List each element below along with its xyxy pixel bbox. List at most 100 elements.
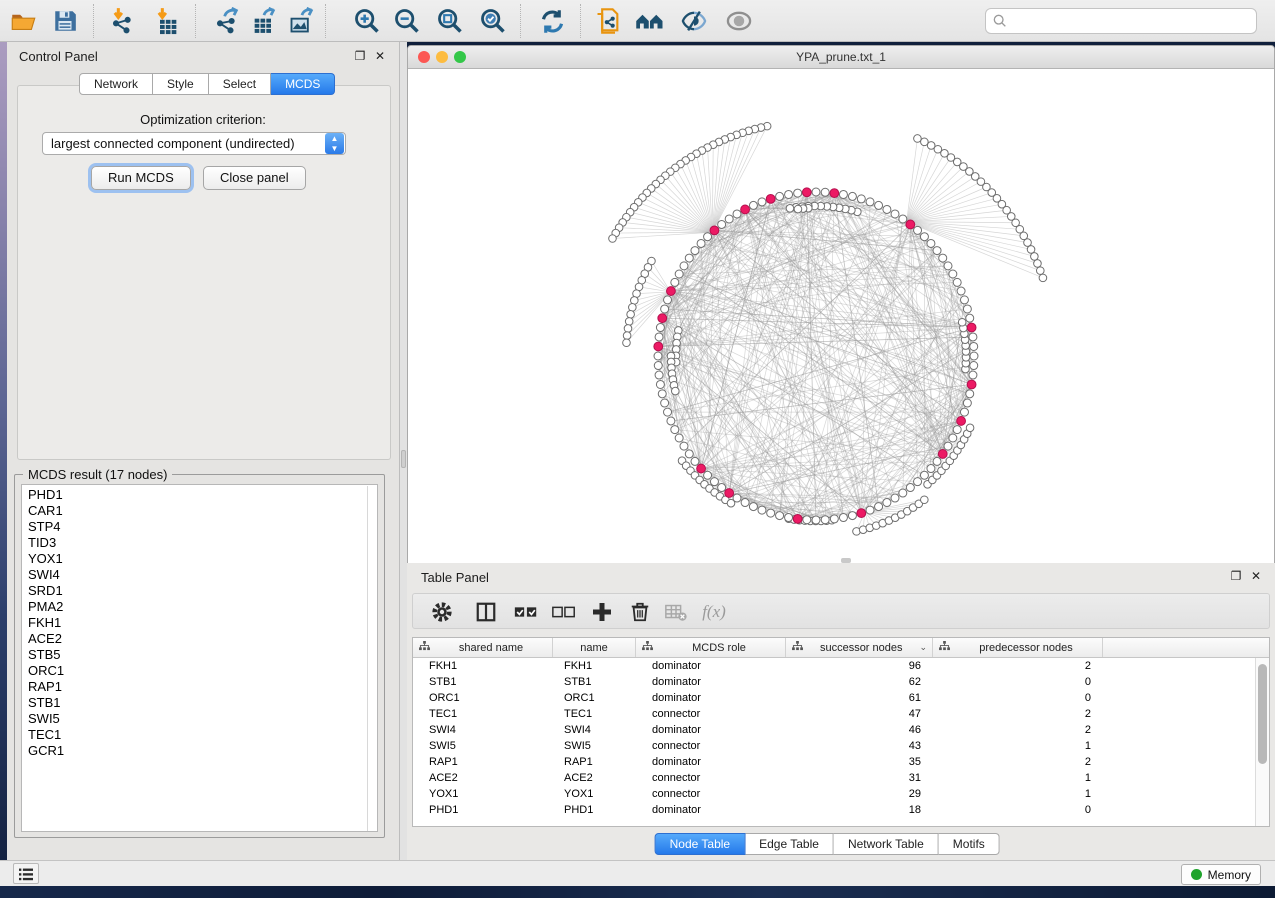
table-cell[interactable]: PHD1	[413, 802, 553, 818]
graph-node[interactable]	[927, 465, 935, 473]
node-table[interactable]: shared namenameMCDS rolesuccessor nodes⌄…	[412, 637, 1270, 827]
graph-node[interactable]	[914, 135, 922, 143]
graph-node[interactable]	[963, 399, 971, 407]
table-cell[interactable]: RAP1	[413, 754, 553, 770]
graph-node[interactable]	[625, 318, 633, 326]
table-cell[interactable]: connector	[636, 770, 786, 786]
tab-edge-table[interactable]: Edge Table	[745, 833, 834, 855]
graph-node[interactable]	[624, 325, 632, 333]
select-all-rows-icon[interactable]	[509, 596, 543, 628]
graph-node[interactable]	[749, 503, 757, 511]
table-cell[interactable]: ORC1	[413, 690, 553, 706]
table-cell[interactable]: 0	[933, 690, 1103, 706]
graph-node[interactable]	[970, 362, 978, 370]
graph-node[interactable]	[958, 318, 966, 326]
graph-node[interactable]	[655, 371, 663, 379]
column-header-mcds-role[interactable]: MCDS role	[636, 638, 786, 657]
table-cell[interactable]: connector	[636, 738, 786, 754]
delete-table-icon[interactable]	[659, 596, 693, 628]
graph-mcds-node[interactable]	[658, 314, 667, 323]
mcds-node-item[interactable]: TID3	[22, 535, 377, 551]
graph-node[interactable]	[1039, 274, 1047, 282]
table-settings-icon[interactable]	[425, 596, 459, 628]
graph-mcds-node[interactable]	[667, 287, 676, 296]
show-all-icon[interactable]	[720, 3, 758, 39]
graph-node[interactable]	[866, 198, 874, 206]
graph-node[interactable]	[685, 450, 693, 458]
task-history-button[interactable]	[13, 863, 39, 884]
graph-mcds-node[interactable]	[766, 194, 775, 203]
graph-node[interactable]	[629, 304, 637, 312]
graph-node[interactable]	[933, 457, 941, 465]
graph-node[interactable]	[718, 220, 726, 228]
search-input[interactable]	[1008, 10, 1256, 32]
graph-node[interactable]	[749, 201, 757, 209]
table-cell[interactable]: SWI4	[553, 722, 636, 738]
graph-node[interactable]	[767, 509, 775, 517]
table-row[interactable]: PHD1PHD1dominator180	[413, 802, 1269, 818]
graph-node[interactable]	[899, 215, 907, 223]
graph-node[interactable]	[623, 339, 631, 347]
graph-node[interactable]	[785, 514, 793, 522]
graph-mcds-node[interactable]	[710, 226, 719, 235]
graph-node[interactable]	[776, 512, 784, 520]
table-cell[interactable]: 43	[786, 738, 933, 754]
graph-node[interactable]	[785, 190, 793, 198]
graph-mcds-node[interactable]	[654, 342, 663, 351]
graph-mcds-node[interactable]	[697, 464, 706, 473]
graph-node[interactable]	[830, 515, 838, 523]
table-scrollbar-thumb[interactable]	[1258, 664, 1267, 764]
graph-node[interactable]	[866, 506, 874, 514]
search-box[interactable]	[985, 8, 1257, 34]
table-cell[interactable]: 1	[933, 770, 1103, 786]
table-cell[interactable]: dominator	[636, 722, 786, 738]
column-header-successor-nodes[interactable]: successor nodes⌄	[786, 638, 933, 657]
float-panel-icon[interactable]: ❐	[353, 49, 367, 63]
table-row[interactable]: SWI4SWI4dominator462	[413, 722, 1269, 738]
table-cell[interactable]: connector	[636, 786, 786, 802]
float-table-panel-icon[interactable]: ❐	[1229, 569, 1243, 583]
graph-node[interactable]	[891, 210, 899, 218]
graph-node[interactable]	[710, 478, 718, 486]
graph-node[interactable]	[939, 254, 947, 262]
graph-node[interactable]	[661, 305, 669, 313]
memory-button[interactable]: Memory	[1181, 864, 1261, 885]
graph-node[interactable]	[875, 201, 883, 209]
hide-selected-icon[interactable]	[675, 3, 713, 39]
graph-node[interactable]	[920, 471, 928, 479]
graph-node[interactable]	[969, 333, 977, 341]
graph-node[interactable]	[949, 270, 957, 278]
refresh-layout-icon[interactable]	[533, 3, 571, 39]
graph-mcds-node[interactable]	[802, 188, 811, 197]
graph-node[interactable]	[623, 332, 631, 340]
graph-node[interactable]	[921, 496, 929, 504]
graph-node[interactable]	[794, 205, 802, 213]
graph-node[interactable]	[848, 512, 856, 520]
graph-node[interactable]	[966, 314, 974, 322]
zoom-in-icon[interactable]	[348, 3, 386, 39]
criterion-dropdown[interactable]: largest connected component (undirected)…	[42, 132, 346, 155]
graph-node[interactable]	[857, 195, 865, 203]
mcds-node-item[interactable]: SRD1	[22, 583, 377, 599]
table-cell[interactable]: STB1	[413, 674, 553, 690]
graph-node[interactable]	[1034, 260, 1042, 268]
table-row[interactable]: RAP1RAP1dominator352	[413, 754, 1269, 770]
graph-node[interactable]	[839, 514, 847, 522]
graph-node[interactable]	[656, 380, 664, 388]
graph-node[interactable]	[609, 235, 617, 243]
graph-node[interactable]	[883, 205, 891, 213]
graph-node[interactable]	[664, 408, 672, 416]
table-cell[interactable]: ACE2	[553, 770, 636, 786]
graph-node[interactable]	[704, 471, 712, 479]
graph-node[interactable]	[927, 239, 935, 247]
graph-node[interactable]	[953, 278, 961, 286]
table-cell[interactable]: 18	[786, 802, 933, 818]
mcds-node-item[interactable]: PHD1	[22, 487, 377, 503]
graph-mcds-node[interactable]	[830, 189, 839, 198]
delete-columns-icon[interactable]	[623, 596, 657, 628]
graph-node[interactable]	[691, 247, 699, 255]
table-row[interactable]: ACE2ACE2connector311	[413, 770, 1269, 786]
table-cell[interactable]: 1	[933, 738, 1103, 754]
table-cell[interactable]: dominator	[636, 802, 786, 818]
table-row[interactable]: ORC1ORC1dominator610	[413, 690, 1269, 706]
